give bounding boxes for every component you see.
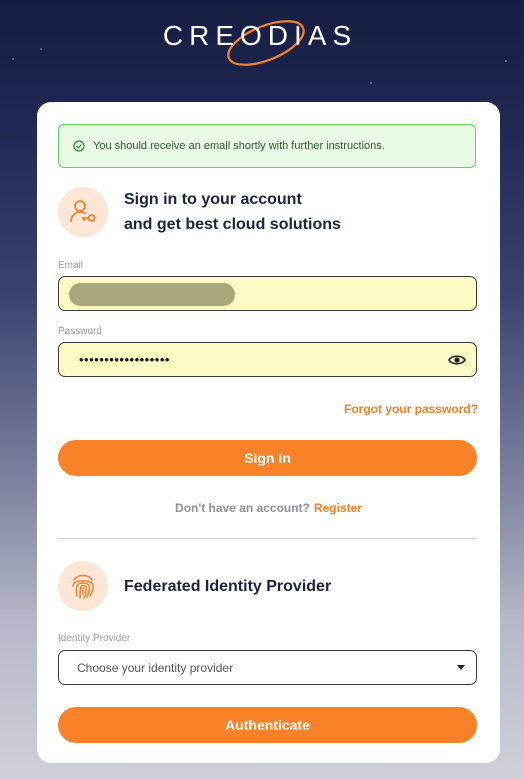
- signin-title-line1: Sign in to your account: [124, 191, 302, 208]
- alert-message: You should receive an email shortly with…: [93, 140, 385, 152]
- section-divider: [58, 538, 477, 539]
- redacted-email: [69, 283, 235, 306]
- brand-logo: CREODIAS: [0, 10, 524, 70]
- identity-provider-placeholder: Choose your identity provider: [77, 660, 234, 675]
- password-label: Password: [58, 326, 102, 337]
- show-password-eye-icon[interactable]: [448, 353, 466, 367]
- email-field[interactable]: [58, 276, 477, 311]
- password-value: ••••••••••••••••••: [79, 352, 170, 367]
- identity-provider-label: Identity Provider: [58, 633, 131, 644]
- federated-header: Federated Identity Provider: [58, 561, 331, 611]
- federated-title: Federated Identity Provider: [124, 577, 332, 595]
- register-link[interactable]: Register: [314, 501, 362, 515]
- register-prompt: Don't have an account? Register: [37, 501, 500, 515]
- authenticate-button[interactable]: Authenticate: [58, 707, 477, 743]
- caret-down-icon: [457, 665, 465, 670]
- signin-header: Sign in to your account and get best clo…: [58, 187, 341, 237]
- signin-title-line2: and get best cloud solutions: [124, 216, 341, 233]
- user-key-icon: [58, 187, 108, 237]
- check-circle-icon: [73, 140, 85, 152]
- logo-text: CREODIAS: [163, 20, 357, 51]
- identity-provider-select[interactable]: Choose your identity provider: [58, 650, 477, 685]
- email-label: Email: [58, 260, 84, 271]
- forgot-password-link[interactable]: Forgot your password?: [344, 402, 478, 416]
- password-field[interactable]: ••••••••••••••••••: [58, 342, 477, 377]
- fingerprint-icon: [58, 561, 108, 611]
- background-star: [370, 82, 372, 84]
- no-account-text: Don't have an account?: [175, 501, 310, 515]
- creodias-logo: CREODIAS: [163, 20, 357, 66]
- sign-in-button[interactable]: Sign in: [58, 440, 477, 476]
- login-card: You should receive an email shortly with…: [37, 102, 500, 763]
- success-alert: You should receive an email shortly with…: [58, 124, 476, 168]
